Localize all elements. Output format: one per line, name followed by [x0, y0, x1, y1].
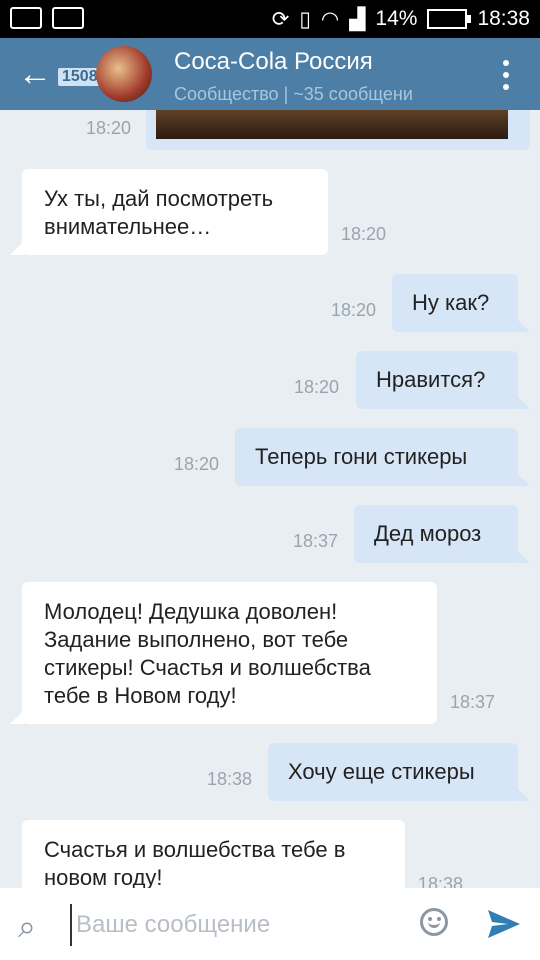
message-time: 18:20 — [331, 300, 377, 320]
message-outgoing[interactable]: Хочу еще стикеры — [268, 743, 530, 801]
back-button[interactable]: ← 1508 — [18, 55, 102, 93]
back-arrow-icon: ← — [18, 55, 52, 93]
message-time: 18:38 — [207, 769, 253, 789]
battery-percent: 14% — [375, 7, 418, 30]
message-photo[interactable] — [156, 110, 508, 139]
smile-icon[interactable] — [420, 908, 448, 936]
photo-message[interactable] — [146, 110, 530, 150]
message-list[interactable]: 18:20 Ух ты, дай посмотреть внимательнее… — [0, 110, 540, 888]
unread-badge: 1508 — [58, 68, 102, 86]
message-text: Молодец! Дедушка доволен! Задание выполн… — [44, 599, 371, 708]
clock: 18:38 — [477, 7, 530, 30]
paperclip-icon[interactable]: ⌕ — [18, 908, 36, 946]
wifi-icon: ◠ — [320, 7, 340, 31]
message-time: 18:37 — [450, 692, 496, 712]
message-outgoing[interactable]: Дед мороз — [354, 505, 530, 563]
image-notification-icon — [52, 7, 84, 29]
message-time: 18:38 — [418, 874, 464, 888]
send-icon[interactable] — [486, 908, 522, 940]
message-text: Нравится? — [376, 367, 486, 392]
message-incoming[interactable]: Счастья и волшебства тебе в новом году! — [22, 820, 405, 888]
message-time: 18:20 — [294, 377, 340, 397]
chat-subtitle: Сообщество | ~35 сообщени — [174, 84, 413, 104]
notification-icon — [10, 7, 42, 29]
message-time: 18:20 — [341, 224, 387, 244]
message-incoming[interactable]: Ух ты, дай посмотреть внимательнее… — [10, 169, 328, 255]
message-text: Счастья и волшебства тебе в новом году! — [44, 837, 346, 888]
status-bar: ⟳ ▯ ◠ ▟ 14% 18:38 — [0, 0, 540, 38]
composer-bar: ⌕ — [0, 888, 540, 960]
battery-icon — [427, 9, 472, 29]
message-incoming[interactable]: Молодец! Дедушка доволен! Задание выполн… — [10, 582, 437, 724]
message-text: Теперь гони стикеры — [255, 444, 468, 469]
signal-icon: ▟ — [349, 7, 366, 31]
avatar[interactable] — [96, 46, 152, 102]
message-outgoing[interactable]: Ну как? — [392, 274, 530, 332]
vibrate-icon: ▯ — [299, 7, 311, 31]
message-time: 18:20 — [174, 454, 220, 474]
chat-title[interactable]: Coca-Cola Россия — [174, 48, 373, 76]
message-time: 18:20 — [86, 118, 132, 138]
message-text: Хочу еще стикеры — [288, 759, 475, 784]
message-text: Ну как? — [412, 290, 490, 315]
message-text: Ух ты, дай посмотреть внимательнее… — [44, 186, 274, 239]
message-text: Дед мороз — [374, 521, 482, 546]
message-time: 18:37 — [293, 531, 339, 551]
more-vertical-icon[interactable] — [502, 60, 510, 90]
message-outgoing[interactable]: Нравится? — [356, 351, 530, 409]
sync-icon: ⟳ — [271, 7, 290, 31]
chat-header: ← 1508 Coca-Cola Россия Сообщество | ~35… — [0, 38, 540, 110]
message-outgoing[interactable]: Теперь гони стикеры — [235, 428, 530, 486]
message-input[interactable] — [70, 904, 408, 946]
